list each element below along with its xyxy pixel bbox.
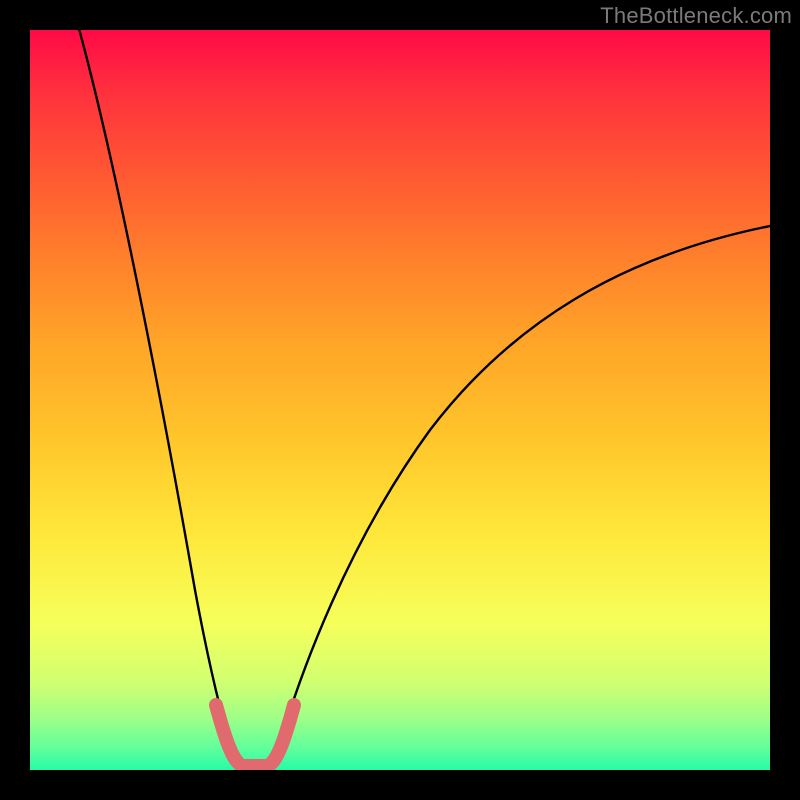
watermark-text: TheBottleneck.com — [600, 3, 792, 29]
curve-right-branch — [275, 225, 770, 760]
curve-valley-highlight — [216, 705, 294, 766]
chart-frame: TheBottleneck.com — [0, 0, 800, 800]
plot-area — [30, 30, 770, 770]
curve-layer — [30, 30, 770, 770]
curve-left-branch — [78, 30, 235, 760]
